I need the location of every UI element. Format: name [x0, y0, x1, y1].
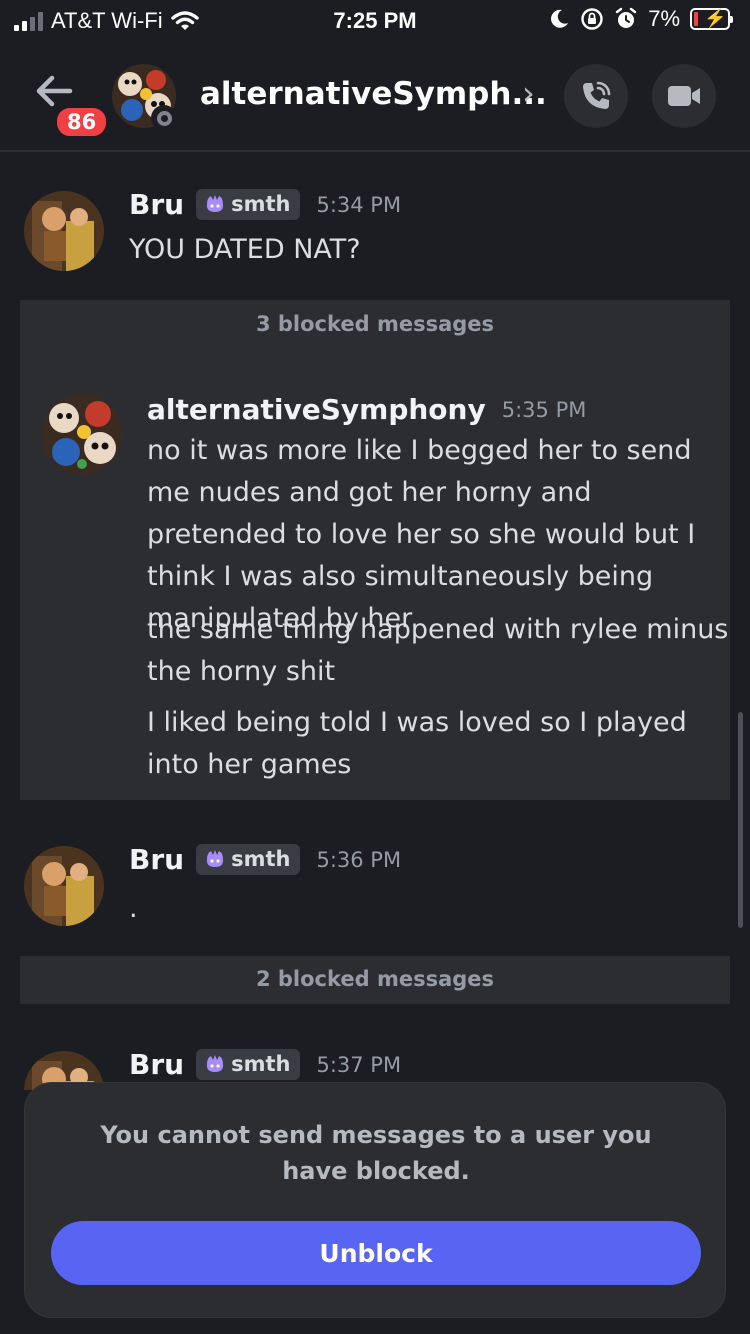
alarm-icon: [616, 7, 637, 28]
chevron-right-icon[interactable]: ›: [522, 74, 535, 112]
blocked-messages-label[interactable]: 3 blocked messages: [20, 312, 730, 336]
tag-icon: [206, 195, 224, 212]
rotation-lock-icon: [581, 8, 603, 30]
header-title[interactable]: alternativeSymph...: [200, 76, 547, 112]
message-text: .: [129, 893, 138, 924]
blocked-notice-text: You cannot send messages to a user you h…: [100, 1121, 652, 1185]
moon-icon: [551, 9, 569, 28]
message-text: the same thing happened with rylee minus…: [147, 614, 729, 687]
blocked-messages-group[interactable]: 2 blocked messages: [20, 956, 730, 1004]
author-name[interactable]: Bru: [129, 1048, 184, 1081]
timestamp: 5:36 PM: [316, 847, 402, 872]
blocked-notice-panel: You cannot send messages to a user you h…: [24, 1082, 726, 1318]
status-bar: AT&T Wi-Fi 7:25 PM 7% ⚡: [0, 0, 750, 44]
blocked-messages-group[interactable]: 3 blocked messages alternativeSymphony 5…: [20, 300, 730, 800]
tag-icon: [206, 1055, 224, 1072]
battery-icon: ⚡: [690, 8, 733, 30]
avatar[interactable]: [24, 846, 104, 926]
offline-status-icon: [151, 105, 177, 131]
timestamp: 5:34 PM: [316, 192, 402, 217]
tag-label: smth: [231, 847, 291, 871]
message-text: YOU DATED NAT?: [129, 234, 361, 265]
server-tag[interactable]: smth: [196, 1049, 301, 1080]
author-name[interactable]: Bru: [129, 188, 184, 221]
tag-icon: [206, 850, 224, 867]
author-name[interactable]: alternativeSymphony: [147, 393, 486, 426]
timestamp: 5:37 PM: [316, 1052, 402, 1077]
avatar[interactable]: [42, 394, 122, 474]
tag-label: smth: [231, 192, 291, 216]
blocked-messages-label[interactable]: 2 blocked messages: [20, 967, 730, 991]
video-call-button[interactable]: [652, 64, 716, 128]
author-name[interactable]: Bru: [129, 843, 184, 876]
battery-percent: 7%: [648, 6, 680, 31]
phone-call-icon: [583, 81, 611, 109]
unblock-button[interactable]: Unblock: [51, 1221, 701, 1285]
message-text: I liked being told I was loved so I play…: [147, 707, 687, 780]
timestamp: 5:35 PM: [501, 397, 587, 422]
video-camera-icon: [668, 86, 700, 106]
server-tag[interactable]: smth: [196, 844, 301, 875]
server-tag[interactable]: smth: [196, 189, 301, 220]
unread-badge: 86: [54, 105, 110, 139]
back-arrow-icon: [36, 75, 73, 107]
scrollbar[interactable]: [738, 712, 743, 928]
voice-call-button[interactable]: [564, 64, 628, 128]
avatar[interactable]: [24, 191, 104, 271]
tag-label: smth: [231, 1052, 291, 1076]
channel-header: 86 alternativeSymph... ›: [0, 50, 750, 152]
